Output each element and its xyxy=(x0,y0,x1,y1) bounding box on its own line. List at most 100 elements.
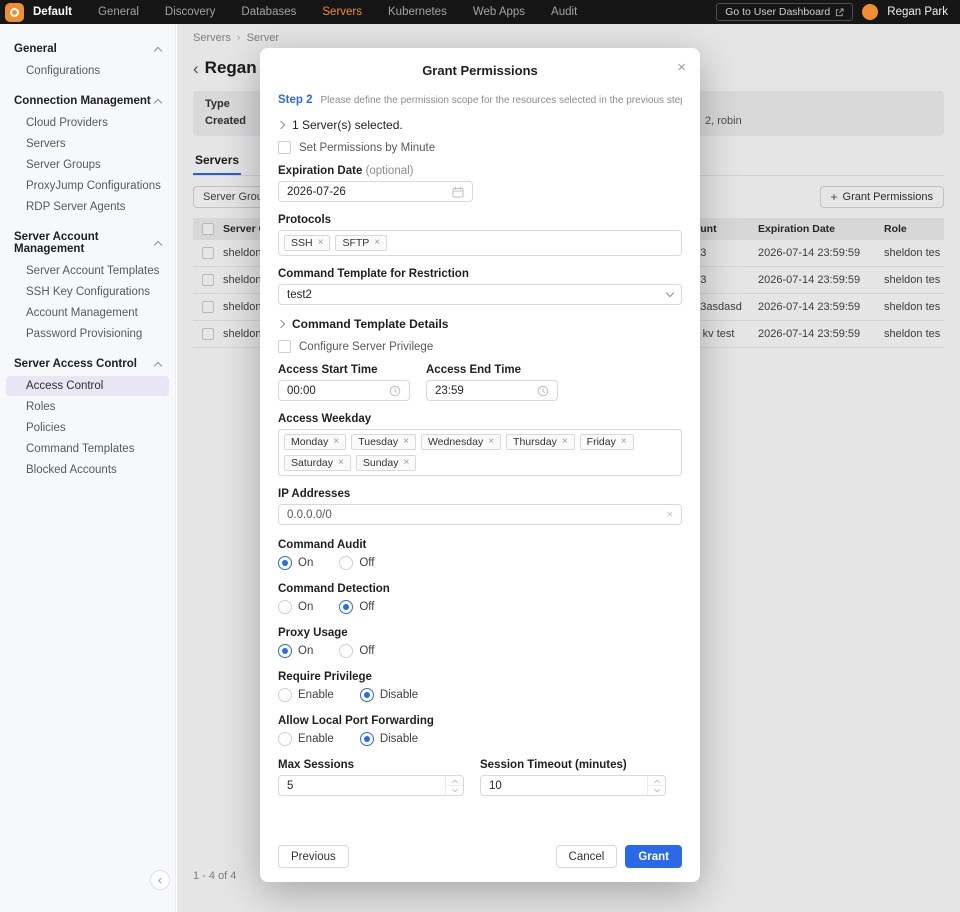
step-badge: Step 2 xyxy=(278,94,313,106)
sidebar-sections: GeneralConfigurations Connection Manageme… xyxy=(0,38,175,480)
radio-icon xyxy=(278,600,292,614)
max-sessions-input[interactable]: 5 xyxy=(278,775,464,796)
previous-button[interactable]: Previous xyxy=(278,845,349,868)
command-template-select[interactable]: test2 xyxy=(278,284,682,305)
cancel-button[interactable]: Cancel xyxy=(556,845,618,868)
logo-ring-icon xyxy=(10,8,19,17)
remove-tag-icon[interactable]: × xyxy=(318,238,324,248)
sidebar-item-access-control[interactable]: Access Control xyxy=(6,376,169,396)
radio-group-allow-local-port-forwarding: Allow Local Port ForwardingEnableDisable xyxy=(278,715,682,747)
tag-sftp: SFTP× xyxy=(335,235,387,251)
sessions-row: Max Sessions 5 Session Timeout (minutes)… xyxy=(278,759,682,808)
radio-command-detection-on[interactable]: On xyxy=(278,600,313,614)
stepper-down-icon[interactable] xyxy=(648,785,665,795)
remove-tag-icon[interactable]: × xyxy=(374,238,380,248)
nav-item-audit[interactable]: Audit xyxy=(551,6,577,18)
radio-allow-local-port-forwarding-enable[interactable]: Enable xyxy=(278,732,334,746)
expiration-date-input[interactable]: 2026-07-26 xyxy=(278,181,473,202)
stepper-down-icon[interactable] xyxy=(446,785,463,795)
sidebar-item-proxyjump-configurations[interactable]: ProxyJump Configurations xyxy=(6,176,169,196)
nav-item-databases[interactable]: Databases xyxy=(241,6,296,18)
go-to-user-dashboard-button[interactable]: Go to User Dashboard xyxy=(716,3,853,21)
sidebar-item-server-groups[interactable]: Server Groups xyxy=(6,155,169,175)
step-description: Please define the permission scope for t… xyxy=(321,95,682,106)
sidebar-section-connection-management: Connection ManagementCloud ProvidersServ… xyxy=(0,90,175,217)
tag-friday: Friday× xyxy=(580,434,634,450)
grant-button[interactable]: Grant xyxy=(625,845,682,868)
sidebar-item-cloud-providers[interactable]: Cloud Providers xyxy=(6,113,169,133)
clock-icon xyxy=(389,385,401,397)
radio-group-label: Command Audit xyxy=(278,539,682,551)
nav-item-discovery[interactable]: Discovery xyxy=(165,6,215,18)
stepper-up-icon[interactable] xyxy=(648,776,665,785)
sidebar-item-servers[interactable]: Servers xyxy=(6,134,169,154)
access-start-time-input[interactable]: 00:00 xyxy=(278,380,410,401)
sidebar-item-account-management[interactable]: Account Management xyxy=(6,303,169,323)
chevron-down-icon xyxy=(666,289,674,297)
tag-saturday: Saturday× xyxy=(284,455,351,471)
radio-allow-local-port-forwarding-disable[interactable]: Disable xyxy=(360,732,418,746)
radio-require-privilege-disable[interactable]: Disable xyxy=(360,688,418,702)
sidebar-item-command-templates[interactable]: Command Templates xyxy=(6,439,169,459)
ip-addresses-input[interactable]: 0.0.0.0/0 × xyxy=(278,504,682,525)
step-row: Step 2 Please define the permission scop… xyxy=(278,94,682,106)
sidebar-section-header-connection-management[interactable]: Connection Management xyxy=(0,90,175,112)
sidebar-item-policies[interactable]: Policies xyxy=(6,418,169,438)
protocols-input[interactable]: SSH×SFTP× xyxy=(278,230,682,256)
topnav-right: Go to User Dashboard Regan Park xyxy=(716,3,948,21)
session-timeout-input[interactable]: 10 xyxy=(480,775,666,796)
sidebar-collapse-button[interactable]: ‹ xyxy=(150,870,170,890)
radio-command-audit-on[interactable]: On xyxy=(278,556,313,570)
number-stepper xyxy=(445,776,463,795)
remove-tag-icon[interactable]: × xyxy=(621,437,627,447)
nav-item-web-apps[interactable]: Web Apps xyxy=(473,6,525,18)
radio-icon xyxy=(339,644,353,658)
sidebar-item-password-provisioning[interactable]: Password Provisioning xyxy=(6,324,169,344)
sidebar-section-header-server-access-control[interactable]: Server Access Control xyxy=(0,353,175,375)
user-name[interactable]: Regan Park xyxy=(887,6,948,18)
modal-footer: Previous Cancel Grant xyxy=(260,845,700,882)
remove-tag-icon[interactable]: × xyxy=(488,437,494,447)
sidebar-item-roles[interactable]: Roles xyxy=(6,397,169,417)
top-navigation: Default General Discovery Databases Servers… xyxy=(0,0,960,24)
sidebar-item-configurations[interactable]: Configurations xyxy=(6,61,169,81)
radio-proxy-usage-on[interactable]: On xyxy=(278,644,313,658)
command-template-details-toggle[interactable]: Command Template Details xyxy=(278,317,682,331)
radio-command-detection-off[interactable]: Off xyxy=(339,600,374,614)
radio-icon xyxy=(360,688,374,702)
nav-item-kubernetes[interactable]: Kubernetes xyxy=(388,6,447,18)
nav-item-general[interactable]: General xyxy=(98,6,139,18)
org-selector[interactable]: Default xyxy=(33,6,72,18)
remove-tag-icon[interactable]: × xyxy=(562,437,568,447)
clear-icon[interactable]: × xyxy=(667,509,673,521)
remove-tag-icon[interactable]: × xyxy=(333,437,339,447)
sidebar-section-header-general[interactable]: General xyxy=(0,38,175,60)
access-weekday-input[interactable]: Monday×Tuesday×Wednesday×Thursday×Friday… xyxy=(278,429,682,476)
radio-proxy-usage-off[interactable]: Off xyxy=(339,644,374,658)
radio-icon xyxy=(339,600,353,614)
sidebar-item-rdp-server-agents[interactable]: RDP Server Agents xyxy=(6,197,169,217)
remove-tag-icon[interactable]: × xyxy=(338,458,344,468)
radio-require-privilege-enable[interactable]: Enable xyxy=(278,688,334,702)
field-label: Access Start Time xyxy=(278,364,410,376)
radio-icon xyxy=(278,688,292,702)
servers-selected-toggle[interactable]: 1 Server(s) selected. xyxy=(278,118,682,132)
radio-groups: Command AuditOnOffCommand DetectionOnOff… xyxy=(278,539,682,747)
sidebar-item-ssh-key-configurations[interactable]: SSH Key Configurations xyxy=(6,282,169,302)
sidebar-section-header-server-account-management[interactable]: Server Account Management xyxy=(0,226,175,260)
sidebar-item-server-account-templates[interactable]: Server Account Templates xyxy=(6,261,169,281)
radio-command-audit-off[interactable]: Off xyxy=(339,556,374,570)
set-permissions-by-minute-checkbox[interactable]: Set Permissions by Minute xyxy=(278,141,682,154)
app-logo-icon[interactable] xyxy=(5,3,24,22)
sidebar-item-blocked-accounts[interactable]: Blocked Accounts xyxy=(6,460,169,480)
remove-tag-icon[interactable]: × xyxy=(403,437,409,447)
access-end-time-input[interactable]: 23:59 xyxy=(426,380,558,401)
user-avatar[interactable] xyxy=(862,4,878,20)
configure-server-privilege-checkbox[interactable]: Configure Server Privilege xyxy=(278,340,682,353)
session-timeout-field: Session Timeout (minutes) 10 xyxy=(480,759,666,796)
close-icon[interactable]: × xyxy=(677,60,686,75)
nav-item-servers[interactable]: Servers xyxy=(322,6,362,18)
stepper-up-icon[interactable] xyxy=(446,776,463,785)
remove-tag-icon[interactable]: × xyxy=(404,458,410,468)
access-start-time-field: Access Start Time 00:00 xyxy=(278,364,410,401)
